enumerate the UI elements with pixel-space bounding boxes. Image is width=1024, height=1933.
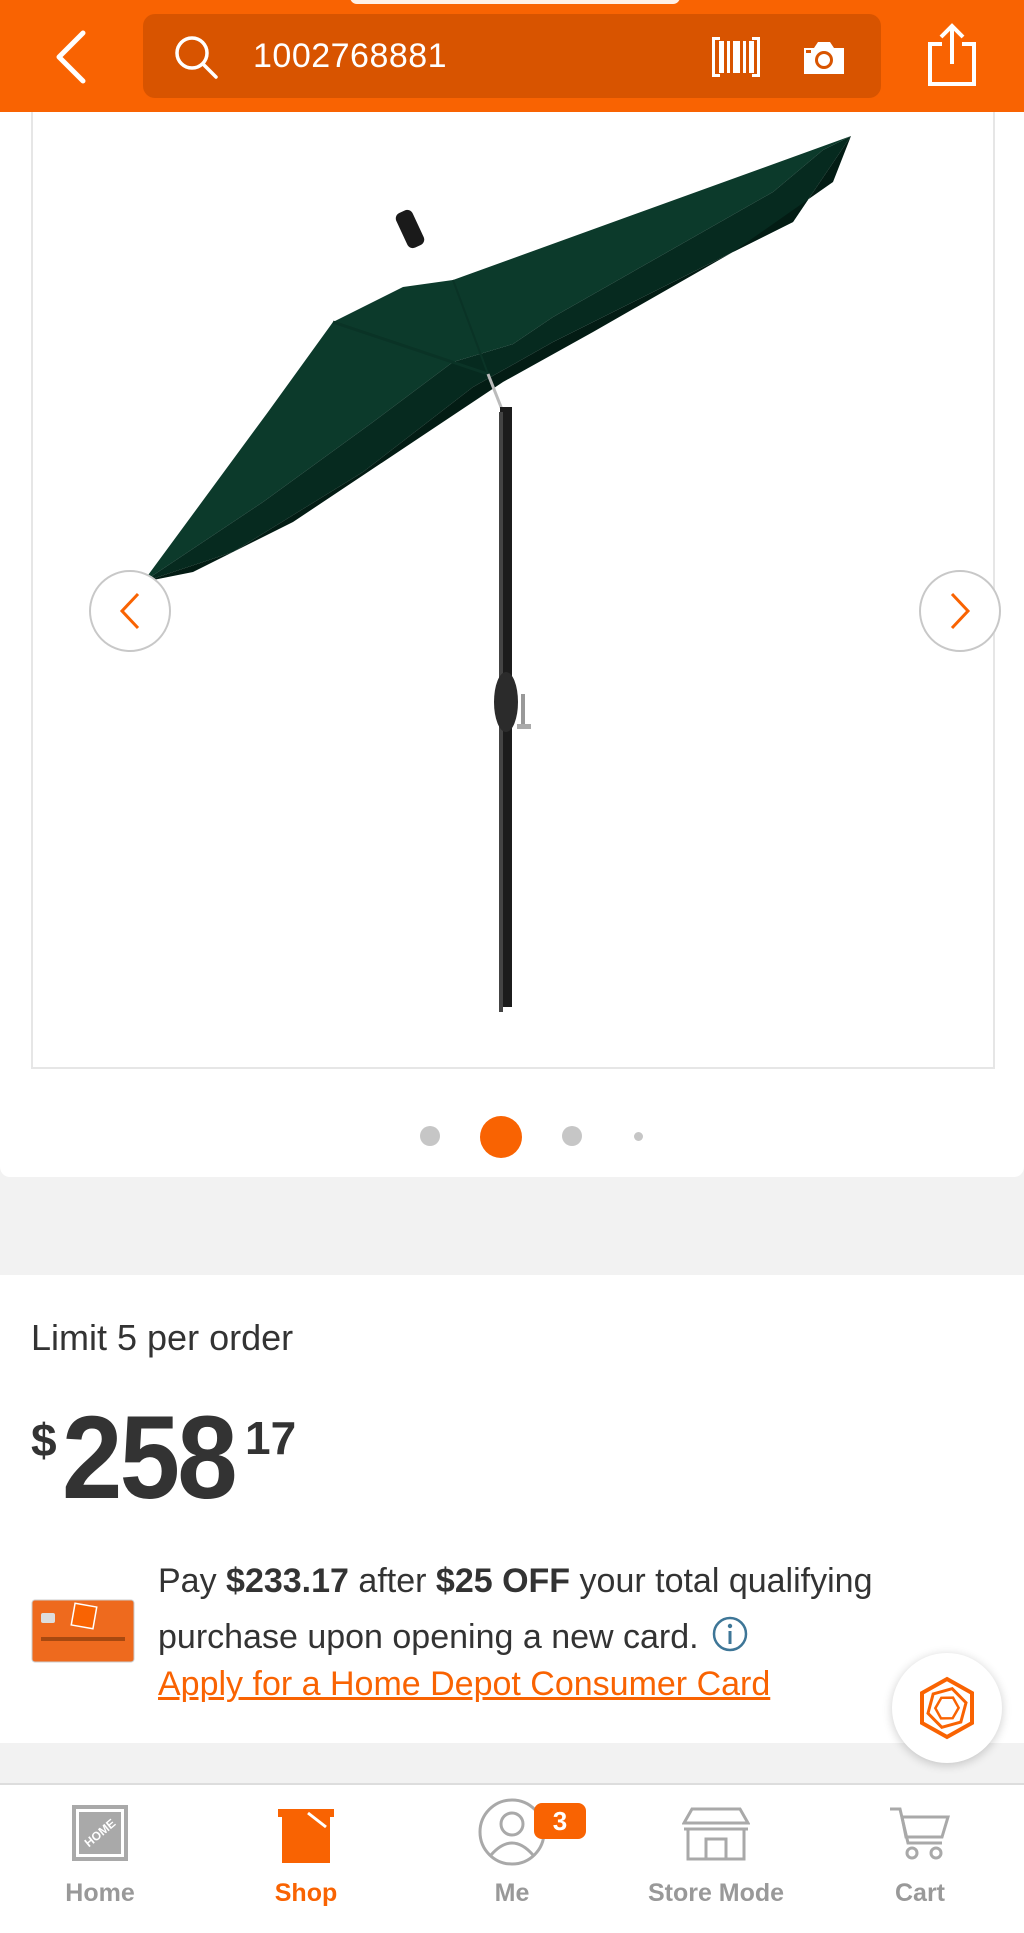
image-pagination-dots <box>0 1116 1024 1158</box>
camera-icon[interactable] <box>800 38 848 78</box>
nav-shop[interactable]: Shop <box>216 1785 396 1933</box>
pagination-dot-active[interactable] <box>480 1116 522 1158</box>
price-dollars: 258 <box>62 1392 238 1524</box>
back-button[interactable] <box>40 22 100 92</box>
pagination-dot[interactable] <box>562 1126 582 1146</box>
nav-label: Home <box>65 1879 135 1907</box>
search-icon <box>175 36 218 79</box>
dynamic-island <box>350 0 680 4</box>
store-icon <box>682 1807 750 1861</box>
nav-label: Shop <box>274 1879 338 1907</box>
notification-badge: 3 <box>534 1803 586 1839</box>
hexagon-chat-icon <box>920 1676 974 1740</box>
product-image[interactable] <box>33 112 993 1067</box>
share-icon <box>928 23 976 86</box>
chevron-left-icon <box>119 592 140 630</box>
next-image-button[interactable] <box>919 570 1001 652</box>
promo-after-label: after <box>358 1562 427 1600</box>
card-promo-text: Pay $233.17 after $25 OFF your total qua… <box>158 1553 938 1665</box>
chevron-left-icon <box>56 30 86 84</box>
previous-image-button[interactable] <box>89 570 171 652</box>
product-image-frame[interactable] <box>31 112 1001 1069</box>
pagination-dot[interactable] <box>420 1126 440 1146</box>
pagination-dot[interactable] <box>634 1132 643 1141</box>
bottom-navigation: HOME Home Shop 3 Me Store Mode Cart <box>0 1783 1024 1933</box>
nav-label: Cart <box>894 1879 945 1907</box>
price-currency: $ <box>31 1414 57 1466</box>
cart-icon <box>890 1807 951 1860</box>
barcode-icon[interactable] <box>711 36 761 78</box>
shop-bucket-icon <box>278 1809 334 1863</box>
nav-label: Me <box>494 1879 530 1907</box>
chevron-right-icon <box>950 592 971 630</box>
price-cents: 17 <box>245 1412 297 1464</box>
nav-me[interactable]: 3 Me <box>422 1785 602 1933</box>
nav-cart[interactable]: Cart <box>830 1785 1010 1933</box>
home-depot-logo-icon: HOME <box>72 1805 128 1861</box>
limit-text: Limit 5 per order <box>31 1317 294 1358</box>
search-bar[interactable]: 1002768881 <box>143 14 881 98</box>
promo-price: $233.17 <box>226 1562 349 1600</box>
promo-discount: $25 OFF <box>435 1562 571 1600</box>
product-gallery <box>0 112 1024 1177</box>
search-input[interactable]: 1002768881 <box>253 14 447 98</box>
price-section: Limit 5 per order $ 258 17 Pay $233.17 a… <box>0 1275 1024 1763</box>
credit-card-icon <box>31 1599 135 1663</box>
promo-pay-label: Pay <box>158 1562 217 1600</box>
apply-card-link[interactable]: Apply for a Home Depot Consumer Card <box>158 1665 770 1704</box>
chat-assistant-button[interactable] <box>892 1653 1002 1763</box>
share-button[interactable] <box>924 22 980 88</box>
top-bar: 1002768881 <box>0 0 1024 112</box>
nav-home[interactable]: HOME Home <box>10 1785 190 1933</box>
info-icon[interactable] <box>711 1615 749 1653</box>
nav-store-mode[interactable]: Store Mode <box>626 1785 806 1933</box>
nav-label: Store Mode <box>647 1879 785 1907</box>
